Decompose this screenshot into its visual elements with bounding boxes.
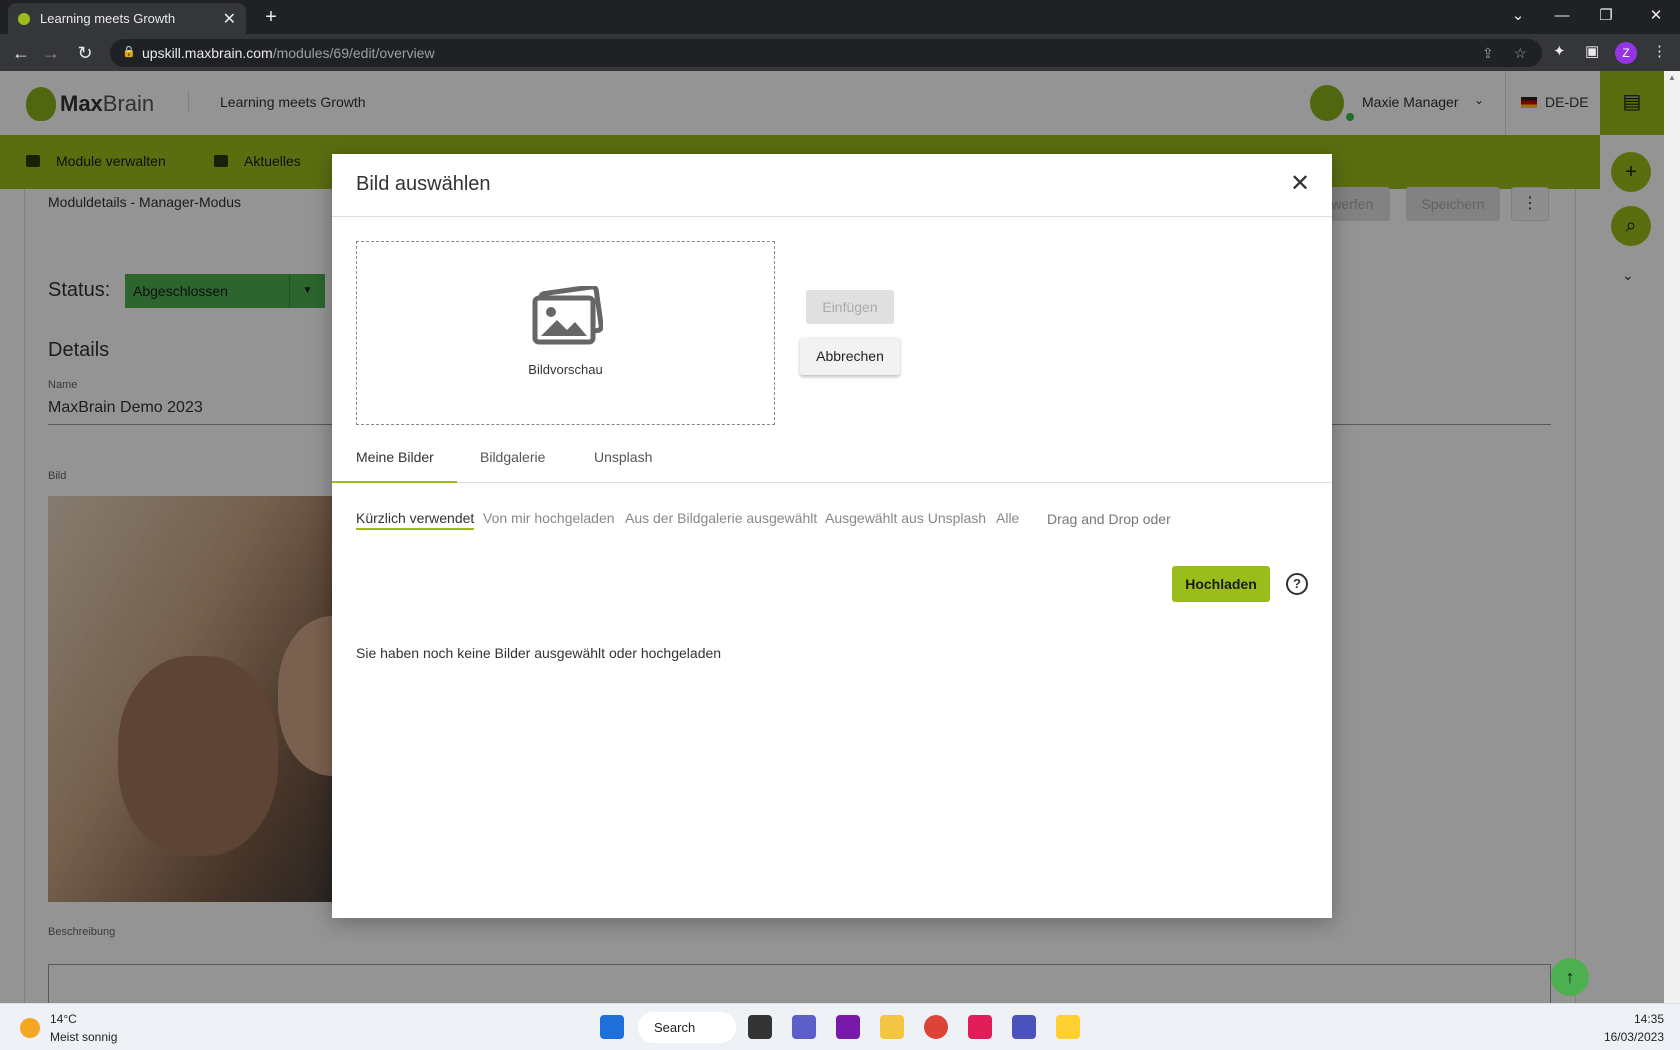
image-preview-area[interactable]: Bildvorschau — [356, 241, 775, 425]
drag-drop-hint: Drag and Drop oder — [1047, 511, 1171, 527]
upload-button[interactable]: Hochladen — [1172, 566, 1270, 602]
teams-chat-icon[interactable] — [792, 1015, 816, 1039]
empty-state-message: Sie haben noch keine Bilder ausgewählt o… — [356, 645, 722, 661]
tab-unsplash[interactable]: Unsplash — [594, 441, 652, 483]
browser-tab-bar: Learning meets Growth ✕ + ⌄ — ❐ ✕ — [0, 0, 1680, 34]
browser-tab-title: Learning meets Growth — [40, 11, 176, 26]
task-view-icon[interactable] — [748, 1015, 772, 1039]
file-explorer-icon[interactable] — [880, 1015, 904, 1039]
scroll-to-top-icon[interactable]: ↑ — [1551, 958, 1589, 996]
url-field[interactable]: 🔒 upskill.maxbrain.com/modules/69/edit/o… — [110, 39, 1542, 67]
extensions-icon[interactable]: ✦ — [1553, 42, 1566, 60]
share-icon[interactable]: ⇪ — [1482, 45, 1494, 62]
preview-label: Bildvorschau — [528, 362, 603, 377]
windows-taskbar: 14°C Meist sonnig Search 14:35 16/03/202… — [0, 1003, 1680, 1050]
profile-avatar[interactable]: Z — [1615, 42, 1637, 64]
restore-button[interactable]: ❐ — [1584, 0, 1628, 34]
minimize-button[interactable]: — — [1540, 0, 1584, 34]
new-tab-button[interactable]: + — [258, 4, 284, 30]
taskbar-search[interactable]: Search — [638, 1012, 736, 1043]
onenote-icon[interactable] — [836, 1015, 860, 1039]
app-viewport: MaxBrain Learning meets Growth Maxie Man… — [0, 71, 1680, 1003]
insert-button[interactable]: Einfügen — [806, 290, 894, 324]
scroll-up-icon[interactable]: ▲ — [1668, 73, 1676, 82]
image-gallery-icon — [532, 286, 603, 345]
favicon-icon — [18, 12, 30, 25]
filter-all[interactable]: Alle — [996, 510, 1019, 526]
filter-from-unsplash[interactable]: Ausgewählt aus Unsplash — [825, 510, 986, 526]
close-icon[interactable]: ✕ — [1284, 168, 1316, 200]
bookmark-star-icon[interactable]: ☆ — [1514, 45, 1527, 62]
browser-tab[interactable]: Learning meets Growth ✕ — [8, 3, 246, 34]
tab-search-icon[interactable]: ⌄ — [1496, 0, 1540, 34]
tab-bildgalerie[interactable]: Bildgalerie — [480, 441, 545, 483]
weather-sun-icon[interactable] — [20, 1018, 40, 1038]
back-icon[interactable]: ← — [8, 40, 34, 66]
close-tab-icon[interactable]: ✕ — [223, 9, 236, 29]
teams-icon[interactable] — [1012, 1015, 1036, 1039]
chrome-icon[interactable] — [924, 1015, 948, 1039]
slack-icon[interactable] — [968, 1015, 992, 1039]
address-toolbar: ← → ↻ 🔒 upskill.maxbrain.com/modules/69/… — [0, 34, 1680, 71]
scrollbar[interactable]: ▲ — [1664, 71, 1680, 1003]
miro-icon[interactable] — [1056, 1015, 1080, 1039]
weather-description[interactable]: Meist sonnig — [50, 1030, 117, 1044]
dialog-title: Bild auswählen — [356, 173, 491, 195]
cancel-button[interactable]: Abbrechen — [800, 337, 900, 375]
filter-recently-used[interactable]: Kürzlich verwendet — [356, 510, 475, 530]
lock-icon: 🔒 — [122, 46, 136, 58]
windows-start-icon[interactable] — [600, 1015, 624, 1039]
image-select-dialog: Bild auswählen ✕ Bildvorschau Einfügen A… — [332, 154, 1332, 918]
image-source-tabs: Meine Bilder Bildgalerie Unsplash — [332, 441, 1332, 483]
forward-icon[interactable]: → — [38, 40, 64, 66]
clock-time[interactable]: 14:35 — [1600, 1012, 1664, 1026]
reload-icon[interactable]: ↻ — [72, 40, 98, 66]
chrome-menu-icon[interactable]: ⋮ — [1652, 42, 1667, 60]
clock-date[interactable]: 16/03/2023 — [1600, 1030, 1664, 1044]
search-label: Search — [654, 1020, 696, 1035]
temperature[interactable]: 14°C — [50, 1012, 77, 1026]
close-window-button[interactable]: ✕ — [1636, 0, 1676, 34]
side-panel-icon[interactable]: ▣ — [1585, 42, 1599, 60]
tab-meine-bilder[interactable]: Meine Bilder — [332, 441, 457, 483]
filter-from-gallery[interactable]: Aus der Bildgalerie ausgewählt — [625, 510, 817, 526]
filter-uploaded-by-me[interactable]: Von mir hochgeladen — [483, 510, 615, 526]
dialog-header: Bild auswählen ✕ — [332, 154, 1332, 217]
url-text: upskill.maxbrain.com/modules/69/edit/ove… — [142, 45, 435, 61]
help-icon[interactable]: ? — [1286, 573, 1308, 595]
